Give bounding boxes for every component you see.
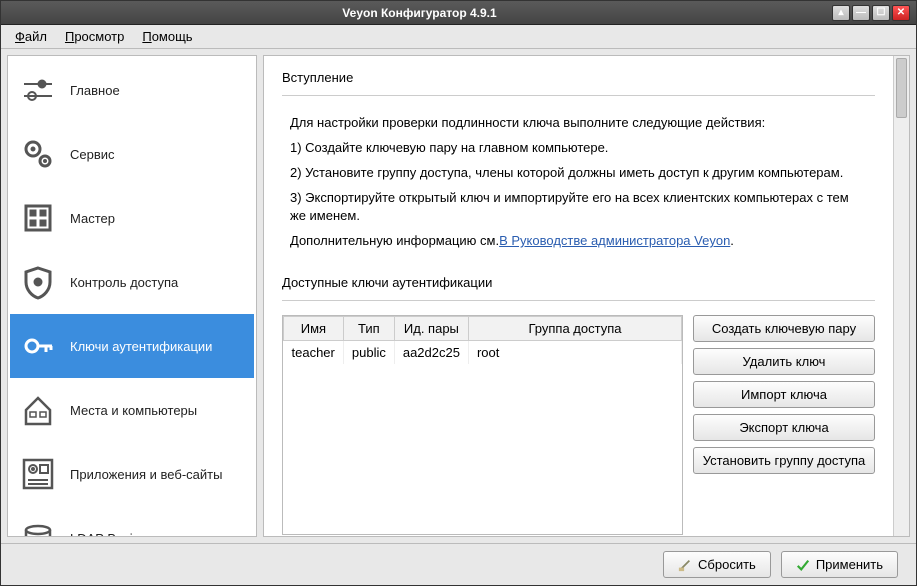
create-keypair-button[interactable]: Создать ключевую пару: [693, 315, 875, 342]
window-buttons: ▴ — ☐ ✕: [832, 5, 910, 21]
apply-button[interactable]: Применить: [781, 551, 898, 578]
sidebar-item-label: Сервис: [70, 147, 115, 162]
titlebar[interactable]: Veyon Конфигуратор 4.9.1 ▴ — ☐ ✕: [1, 1, 916, 25]
key-action-buttons: Создать ключевую пару Удалить ключ Импор…: [693, 315, 875, 474]
sidebar-item-apps[interactable]: Приложения и веб-сайты: [10, 442, 254, 506]
check-icon: [796, 558, 810, 572]
sliders-icon: [20, 72, 56, 108]
sidebar-item-label: Мастер: [70, 211, 115, 226]
intro-step-2: 2) Установите группу доступа, члены кото…: [290, 164, 867, 183]
sidebar-item-auth-keys[interactable]: Ключи аутентификации: [10, 314, 254, 378]
divider: [282, 300, 875, 301]
sidebar-item-locations[interactable]: Места и компьютеры: [10, 378, 254, 442]
apps-icon: [20, 456, 56, 492]
intro-heading: Вступление: [282, 70, 875, 85]
rollup-button[interactable]: ▴: [832, 5, 850, 21]
intro-more: Дополнительную информацию см.В Руководст…: [290, 232, 867, 251]
broom-icon: [678, 558, 692, 572]
cell-name: teacher: [284, 341, 344, 365]
minimize-button[interactable]: —: [852, 5, 870, 21]
sidebar-item-access-control[interactable]: Контроль доступа: [10, 250, 254, 314]
intro-box: Для настройки проверки подлинности ключа…: [282, 110, 875, 251]
window-title: Veyon Конфигуратор 4.9.1: [7, 6, 832, 20]
cell-type: public: [343, 341, 394, 365]
main-panel: Вступление Для настройки проверки подлин…: [263, 55, 910, 537]
sidebar-item-service[interactable]: Сервис: [10, 122, 254, 186]
intro-step-3: 3) Экспортируйте открытый ключ и импорти…: [290, 189, 867, 227]
cell-pair-id: aa2d2c25: [394, 341, 468, 365]
menu-help[interactable]: Помощь: [134, 27, 200, 46]
sidebar-item-label: Контроль доступа: [70, 275, 178, 290]
col-name[interactable]: Имя: [284, 317, 344, 341]
menu-view[interactable]: Просмотр: [57, 27, 132, 46]
sidebar-item-label: Главное: [70, 83, 120, 98]
col-pair-id[interactable]: Ид. пары: [394, 317, 468, 341]
database-icon: [20, 520, 56, 537]
house-icon: [20, 392, 56, 428]
menubar: Файл Просмотр Помощь: [1, 25, 916, 49]
intro-step-1: 1) Создайте ключевую пару на главном ком…: [290, 139, 867, 158]
sidebar: Главное Сервис Мастер Контроль доступа К…: [7, 55, 257, 537]
main-content: Вступление Для настройки проверки подлин…: [264, 56, 893, 536]
menu-file[interactable]: Файл: [7, 27, 55, 46]
sidebar-item-label: Места и компьютеры: [70, 403, 197, 418]
import-key-button[interactable]: Импорт ключа: [693, 381, 875, 408]
intro-line: Для настройки проверки подлинности ключа…: [290, 114, 867, 133]
table-header-row: Имя Тип Ид. пары Группа доступа: [284, 317, 682, 341]
divider: [282, 95, 875, 96]
cell-access-group: root: [468, 341, 681, 365]
sidebar-item-label: Приложения и веб-сайты: [70, 467, 222, 482]
col-type[interactable]: Тип: [343, 317, 394, 341]
maximize-button[interactable]: ☐: [872, 5, 890, 21]
admin-guide-link[interactable]: В Руководстве администратора Veyon: [499, 233, 730, 248]
set-access-group-button[interactable]: Установить группу доступа: [693, 447, 875, 474]
key-icon: [20, 328, 56, 364]
reset-button[interactable]: Сбросить: [663, 551, 771, 578]
sidebar-item-label: LDAP Basic: [70, 531, 139, 538]
sidebar-item-master[interactable]: Мастер: [10, 186, 254, 250]
col-access-group[interactable]: Группа доступа: [468, 317, 681, 341]
footer: Сбросить Применить: [1, 543, 916, 585]
grid-icon: [20, 200, 56, 236]
shield-icon: [20, 264, 56, 300]
sidebar-item-label: Ключи аутентификации: [70, 339, 212, 354]
close-button[interactable]: ✕: [892, 5, 910, 21]
content: Главное Сервис Мастер Контроль доступа К…: [1, 49, 916, 543]
main-scrollbar[interactable]: [893, 56, 909, 536]
delete-key-button[interactable]: Удалить ключ: [693, 348, 875, 375]
table-row[interactable]: teacher public aa2d2c25 root: [284, 341, 682, 365]
keys-table: Имя Тип Ид. пары Группа доступа teacher …: [283, 316, 682, 364]
export-key-button[interactable]: Экспорт ключа: [693, 414, 875, 441]
scroll-thumb[interactable]: [896, 58, 907, 118]
app-window: Veyon Конфигуратор 4.9.1 ▴ — ☐ ✕ Файл Пр…: [0, 0, 917, 586]
sidebar-item-general[interactable]: Главное: [10, 58, 254, 122]
keys-area: Имя Тип Ид. пары Группа доступа teacher …: [282, 315, 875, 535]
sidebar-item-ldap[interactable]: LDAP Basic: [10, 506, 254, 537]
keys-heading: Доступные ключи аутентификации: [282, 275, 875, 290]
keys-table-wrap[interactable]: Имя Тип Ид. пары Группа доступа teacher …: [282, 315, 683, 535]
gears-icon: [20, 136, 56, 172]
